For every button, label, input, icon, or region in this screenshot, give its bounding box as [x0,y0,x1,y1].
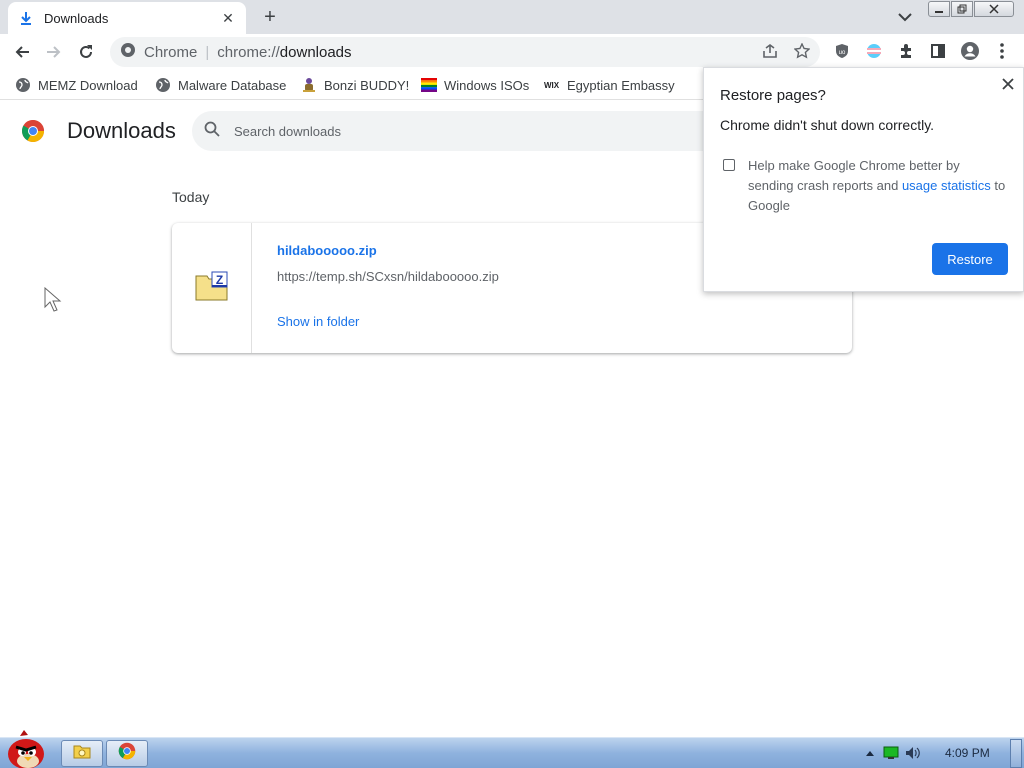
bookmark-label: Bonzi BUDDY! [324,77,410,93]
bookmark-label: Windows ISOs [444,77,530,93]
mouse-cursor-icon [44,286,62,313]
taskbar-clock[interactable]: 4:09 PM [945,746,990,760]
url-scheme: chrome:// [217,43,280,61]
side-panel-icon[interactable] [927,40,949,62]
reload-icon[interactable] [74,40,98,64]
bookmark-label: MEMZ Download [38,77,138,93]
restore-pages-dialog: Restore pages? Chrome didn't shut down c… [703,67,1024,292]
bookmark-star-icon[interactable] [791,40,813,62]
profile-avatar-icon[interactable] [959,40,981,62]
taskbar: 4:09 PM [0,730,1024,768]
toolbar: Chrome | chrome:// downloads uo [0,34,1024,70]
chrome-logo-icon [21,119,45,143]
crash-report-checkbox[interactable] [723,159,735,171]
tray-expand-arrow-icon[interactable] [862,746,878,760]
taskbar-explorer-button[interactable] [61,740,103,767]
download-source-url[interactable]: https://temp.sh/SCxsn/hildabooooo.zip [277,269,499,284]
tab-search-chevron-icon[interactable] [895,8,915,26]
bookmark-egyptian-embassy[interactable]: WIX Egyptian Embassy [544,76,675,94]
search-downloads-input[interactable]: Search downloads [192,111,752,151]
globe-icon [155,77,171,93]
folder-icon [73,743,91,764]
bookmark-label: Malware Database [178,77,287,93]
chrome-site-icon[interactable] [120,42,136,62]
zip-folder-icon: Z [195,271,229,306]
minimize-button[interactable] [928,1,950,17]
page-title: Downloads [67,118,176,143]
menu-kebab-icon[interactable] [991,40,1013,62]
start-button-angry-bird-icon[interactable] [2,730,52,768]
tab-title: Downloads [44,10,109,26]
url-path: downloads [279,43,352,61]
svg-text:WIX: WIX [544,81,560,90]
tab-downloads[interactable]: Downloads ✕ [8,2,246,34]
search-icon [204,121,220,142]
restore-window-button[interactable] [951,1,973,17]
svg-text:Z: Z [215,273,222,287]
omnibox-separator: | [205,43,210,61]
dialog-title: Restore pages? [720,87,826,104]
download-file-name-link[interactable]: hildabooooo.zip [277,243,377,258]
trans-flag-extension-icon[interactable] [863,40,885,62]
svg-text:uo: uo [839,50,846,56]
volume-speaker-icon[interactable] [905,746,921,760]
close-icon[interactable] [1000,76,1016,92]
tab-strip: Downloads ✕ + [0,0,1024,34]
date-section-label: Today [172,189,210,205]
chrome-icon [118,742,136,765]
usage-statistics-link[interactable]: usage statistics [902,178,991,193]
show-in-folder-link[interactable]: Show in folder [277,314,359,329]
address-bar[interactable]: Chrome | chrome:// downloads [110,37,820,67]
wix-icon: WIX [544,77,560,93]
bookmark-malware-database[interactable]: Malware Database [155,76,286,94]
dialog-message: Chrome didn't shut down correctly. [720,117,935,133]
bookmark-bonzi-buddy[interactable]: Bonzi BUDDY! [301,76,409,94]
download-file-icon-column: Z [172,223,252,353]
bookmark-windows-isos[interactable]: Windows ISOs [421,76,529,94]
share-icon[interactable] [759,40,781,62]
rainbow-flag-icon [421,77,437,93]
bonzi-icon [301,77,317,93]
new-tab-button[interactable]: + [258,6,282,28]
bookmark-label: Egyptian Embassy [567,77,675,93]
tab-close-icon[interactable]: ✕ [220,10,236,26]
extensions-puzzle-icon[interactable] [895,40,917,62]
site-label: Chrome [144,43,198,61]
taskbar-chrome-button[interactable] [106,740,148,767]
ublock-shield-icon[interactable]: uo [831,40,853,62]
bookmark-memz[interactable]: MEMZ Download [15,76,138,94]
search-placeholder: Search downloads [234,123,341,139]
forward-arrow-icon[interactable] [42,40,66,64]
show-desktop-button[interactable] [1010,739,1022,768]
globe-icon [15,77,31,93]
restore-button[interactable]: Restore [932,243,1008,275]
crash-report-checkbox-label: Help make Google Chrome better by sendin… [748,158,1006,213]
download-icon [18,10,34,26]
back-arrow-icon[interactable] [10,40,34,64]
network-monitor-icon[interactable] [883,746,899,760]
close-window-button[interactable] [974,1,1014,17]
